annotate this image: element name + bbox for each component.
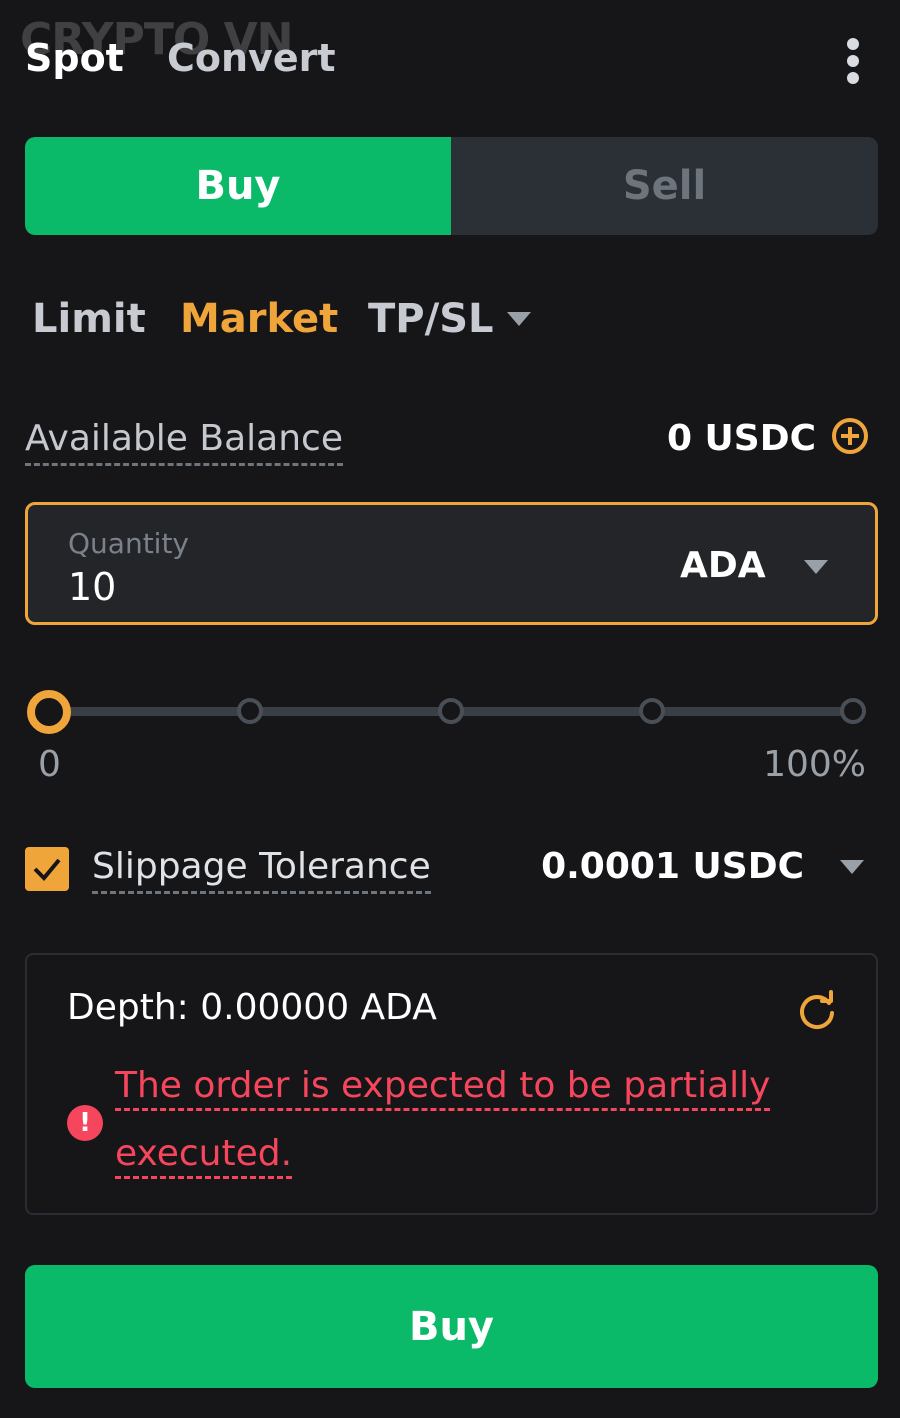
available-balance-value: 0 USDC (666, 418, 816, 459)
quantity-unit-select[interactable]: ADA (680, 545, 766, 586)
depth-text: Depth: 0.00000 ADA (67, 987, 437, 1028)
buy-tab-button[interactable]: Buy (25, 137, 451, 235)
quantity-label: Quantity (68, 527, 189, 560)
depth-panel: Depth: 0.00000 ADA ! The order is expect… (25, 953, 878, 1215)
quantity-field[interactable]: Quantity ADA (25, 502, 878, 625)
unit-caret-down-icon[interactable] (804, 560, 828, 574)
slippage-value[interactable]: 0.0001 USDC (541, 846, 804, 887)
tab-convert[interactable]: Convert (167, 36, 336, 80)
quantity-input[interactable] (68, 565, 548, 609)
slider-stop-25[interactable] (237, 698, 263, 724)
warning-icon: ! (67, 1105, 103, 1141)
order-type-market[interactable]: Market (180, 296, 338, 342)
slippage-tolerance-label[interactable]: Slippage Tolerance (92, 846, 431, 894)
buy-submit-button[interactable]: Buy (25, 1265, 878, 1388)
sell-tab-button[interactable]: Sell (451, 137, 878, 235)
slider-stop-100[interactable] (840, 698, 866, 724)
available-balance-label[interactable]: Available Balance (25, 418, 343, 466)
checkmark-icon (33, 858, 61, 881)
tab-spot[interactable]: Spot (25, 36, 124, 80)
tpsl-caret-down-icon[interactable] (507, 312, 531, 326)
order-type-tpsl[interactable]: TP/SL (368, 296, 494, 342)
slider-max-label: 100% (763, 744, 866, 785)
buy-sell-toggle: Buy Sell (25, 137, 878, 235)
slider-handle[interactable] (27, 690, 71, 734)
slippage-caret-down-icon[interactable] (840, 860, 864, 874)
order-type-limit[interactable]: Limit (32, 296, 146, 342)
slider-stop-75[interactable] (639, 698, 665, 724)
refresh-icon[interactable] (795, 989, 839, 1033)
plus-circle-icon[interactable] (832, 418, 868, 454)
slider-min-label: 0 (38, 744, 61, 785)
slippage-checkbox[interactable] (25, 847, 69, 891)
more-vertical-icon[interactable] (842, 38, 864, 84)
slider-stop-50[interactable] (438, 698, 464, 724)
partial-execution-warning[interactable]: The order is expected to be partially (115, 1065, 771, 1111)
partial-execution-warning-cont[interactable]: executed. (115, 1133, 293, 1179)
